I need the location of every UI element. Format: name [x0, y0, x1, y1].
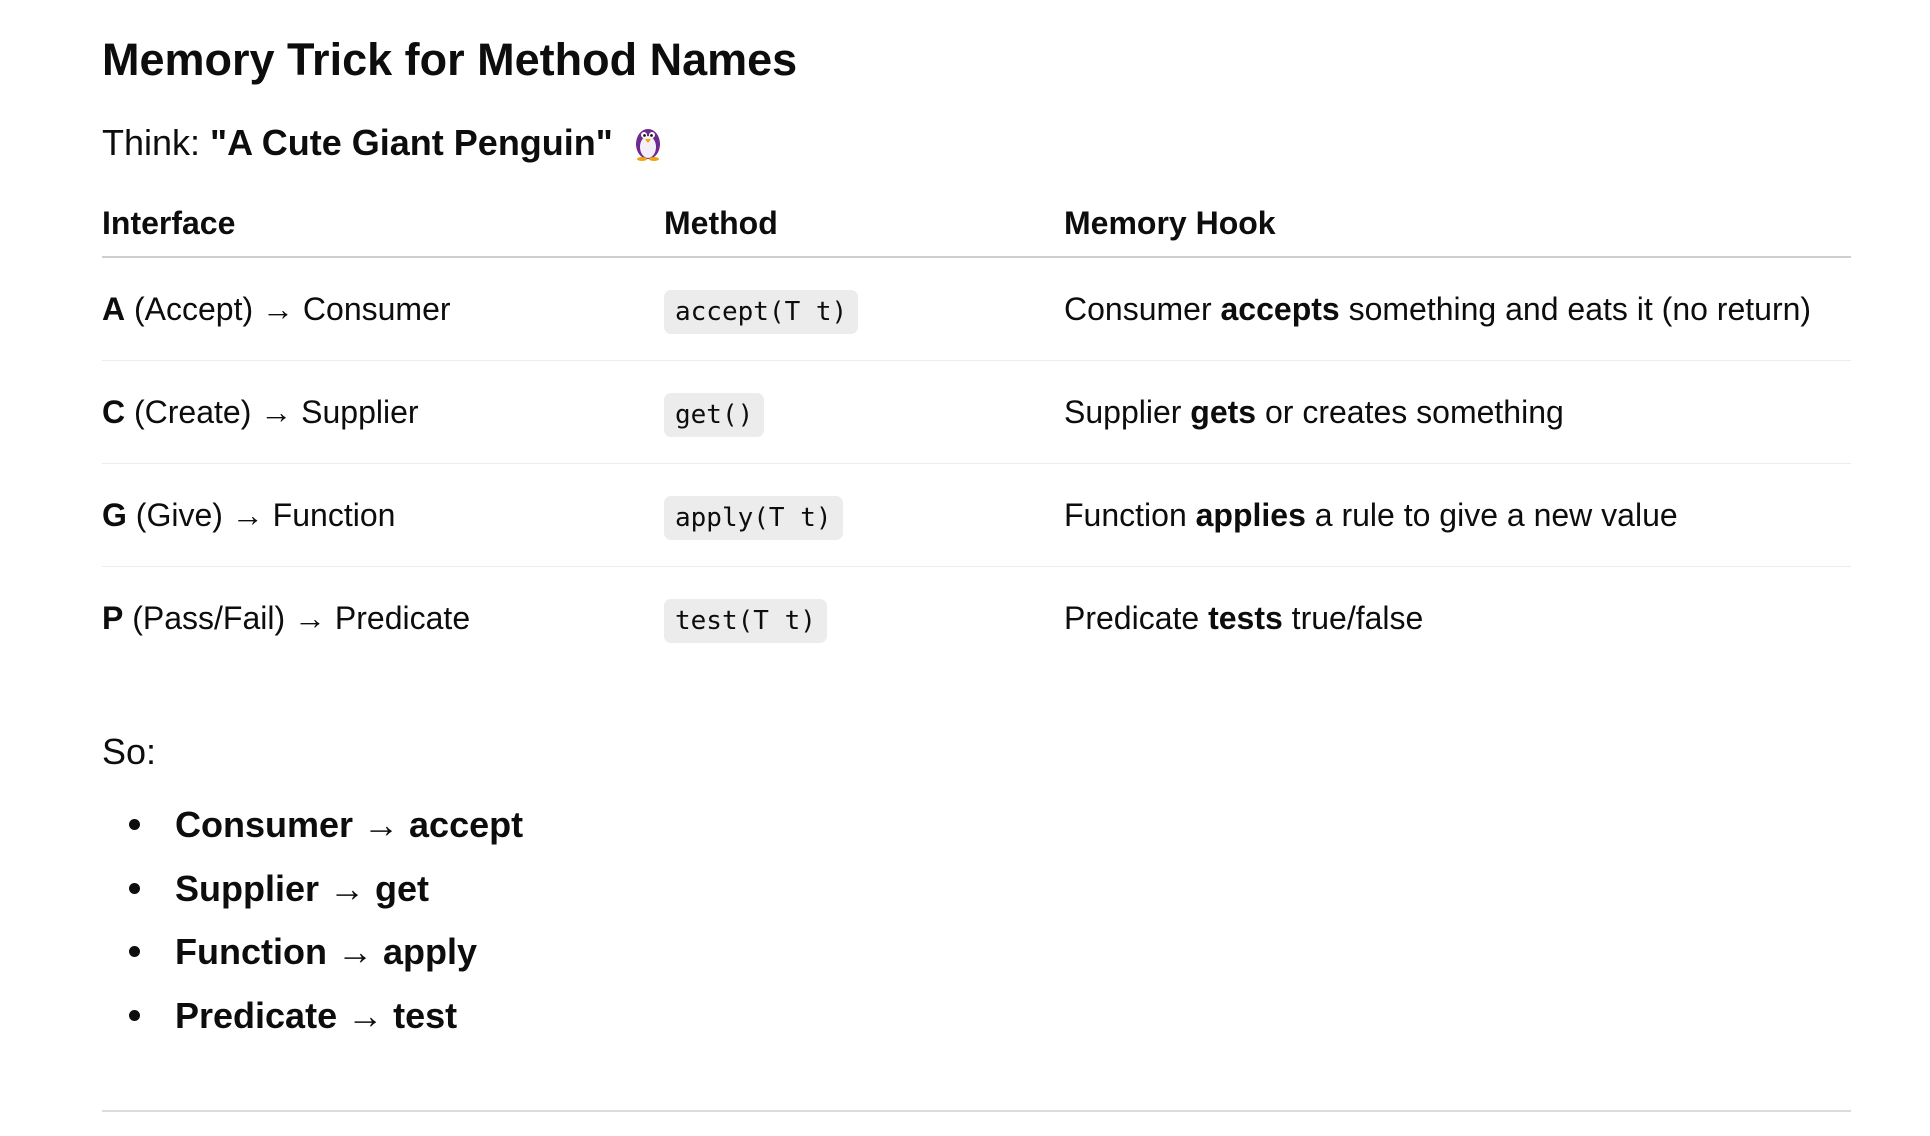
method-code: accept(T t)	[664, 289, 859, 334]
interface-cell: G (Give) → Function	[102, 463, 664, 567]
bullet-icon	[129, 882, 140, 894]
list-item: Predicate → test	[102, 991, 523, 1055]
section-heading: Memory Trick for Method Names	[102, 34, 798, 85]
hook-keyword: applies	[1195, 496, 1306, 533]
list-item: Function → apply	[102, 927, 523, 991]
interface-hint: (Accept) → Consumer	[125, 290, 451, 327]
mnemonic-line: Think: "A Cute Giant Penguin"	[102, 118, 665, 168]
interface-letter: P	[102, 599, 124, 636]
summary-intro: So:	[102, 731, 157, 772]
memory-hook-cell: Function applies a rule to give a new va…	[1064, 463, 1851, 567]
method-code: test(T t)	[664, 598, 827, 643]
list-item-text: Supplier → get	[175, 867, 430, 909]
hook-keyword: gets	[1190, 393, 1257, 430]
list-item-text: Predicate → test	[175, 994, 458, 1036]
list-item: Supplier → get	[102, 864, 523, 928]
interface-hint: (Give) → Function	[126, 496, 396, 533]
bullet-icon	[129, 1009, 140, 1021]
memory-hook-cell: Predicate tests true/false	[1064, 567, 1851, 670]
interface-hint: (Create) → Supplier	[125, 393, 419, 430]
mnemonic-prefix: Think:	[102, 122, 211, 163]
header-method: Method	[664, 190, 1064, 258]
penguin-icon	[635, 129, 660, 161]
interface-letter: G	[102, 496, 127, 533]
table-header-row: Interface Method Memory Hook	[102, 190, 1851, 258]
table-row: G (Give) → Function apply(T t) Function …	[102, 463, 1851, 567]
table-row: P (Pass/Fail) → Predicate test(T t) Pred…	[102, 567, 1851, 670]
hook-text: Function	[1064, 496, 1196, 533]
table-row: A (Accept) → Consumer accept(T t) Consum…	[102, 257, 1851, 361]
hook-text: Consumer	[1064, 290, 1221, 327]
mnemonic-phrase: "A Cute Giant Penguin"	[210, 122, 613, 163]
interface-cell: P (Pass/Fail) → Predicate	[102, 567, 664, 670]
hook-keyword: accepts	[1220, 290, 1340, 327]
interface-cell: C (Create) → Supplier	[102, 360, 664, 464]
hook-text: Predicate	[1064, 599, 1209, 636]
list-item: Consumer → accept	[102, 800, 523, 864]
list-item-text: Function → apply	[175, 931, 477, 972]
hook-text: something and eats it (no return)	[1339, 290, 1812, 327]
hook-text: true/false	[1282, 599, 1424, 636]
horizontal-divider	[102, 1110, 1851, 1112]
hook-text: or creates something	[1256, 393, 1564, 430]
hook-keyword: tests	[1208, 599, 1283, 636]
table-row: C (Create) → Supplier get() Supplier get…	[102, 360, 1851, 464]
method-cell: accept(T t)	[664, 257, 1064, 361]
header-memory-hook: Memory Hook	[1064, 190, 1851, 258]
header-interface: Interface	[102, 190, 664, 258]
interface-hint: (Pass/Fail) → Predicate	[123, 599, 471, 636]
summary-list: Consumer → accept Supplier → get Functio…	[102, 800, 523, 1054]
method-table: Interface Method Memory Hook A (Accept) …	[102, 190, 1851, 669]
list-item-text: Consumer → accept	[175, 804, 524, 845]
method-cell: apply(T t)	[664, 463, 1064, 567]
interface-letter: A	[102, 290, 126, 327]
method-code: get()	[664, 392, 765, 437]
hook-text: Supplier	[1064, 393, 1191, 430]
bullet-icon	[129, 819, 140, 830]
hook-text: a rule to give a new value	[1305, 496, 1678, 533]
memory-hook-cell: Supplier gets or creates something	[1064, 360, 1851, 464]
bullet-icon	[129, 946, 140, 957]
memory-hook-cell: Consumer accepts something and eats it (…	[1064, 257, 1851, 361]
method-code: apply(T t)	[664, 495, 843, 540]
interface-letter: C	[102, 393, 126, 430]
method-cell: test(T t)	[664, 567, 1064, 670]
method-cell: get()	[664, 360, 1064, 464]
interface-cell: A (Accept) → Consumer	[102, 257, 664, 361]
